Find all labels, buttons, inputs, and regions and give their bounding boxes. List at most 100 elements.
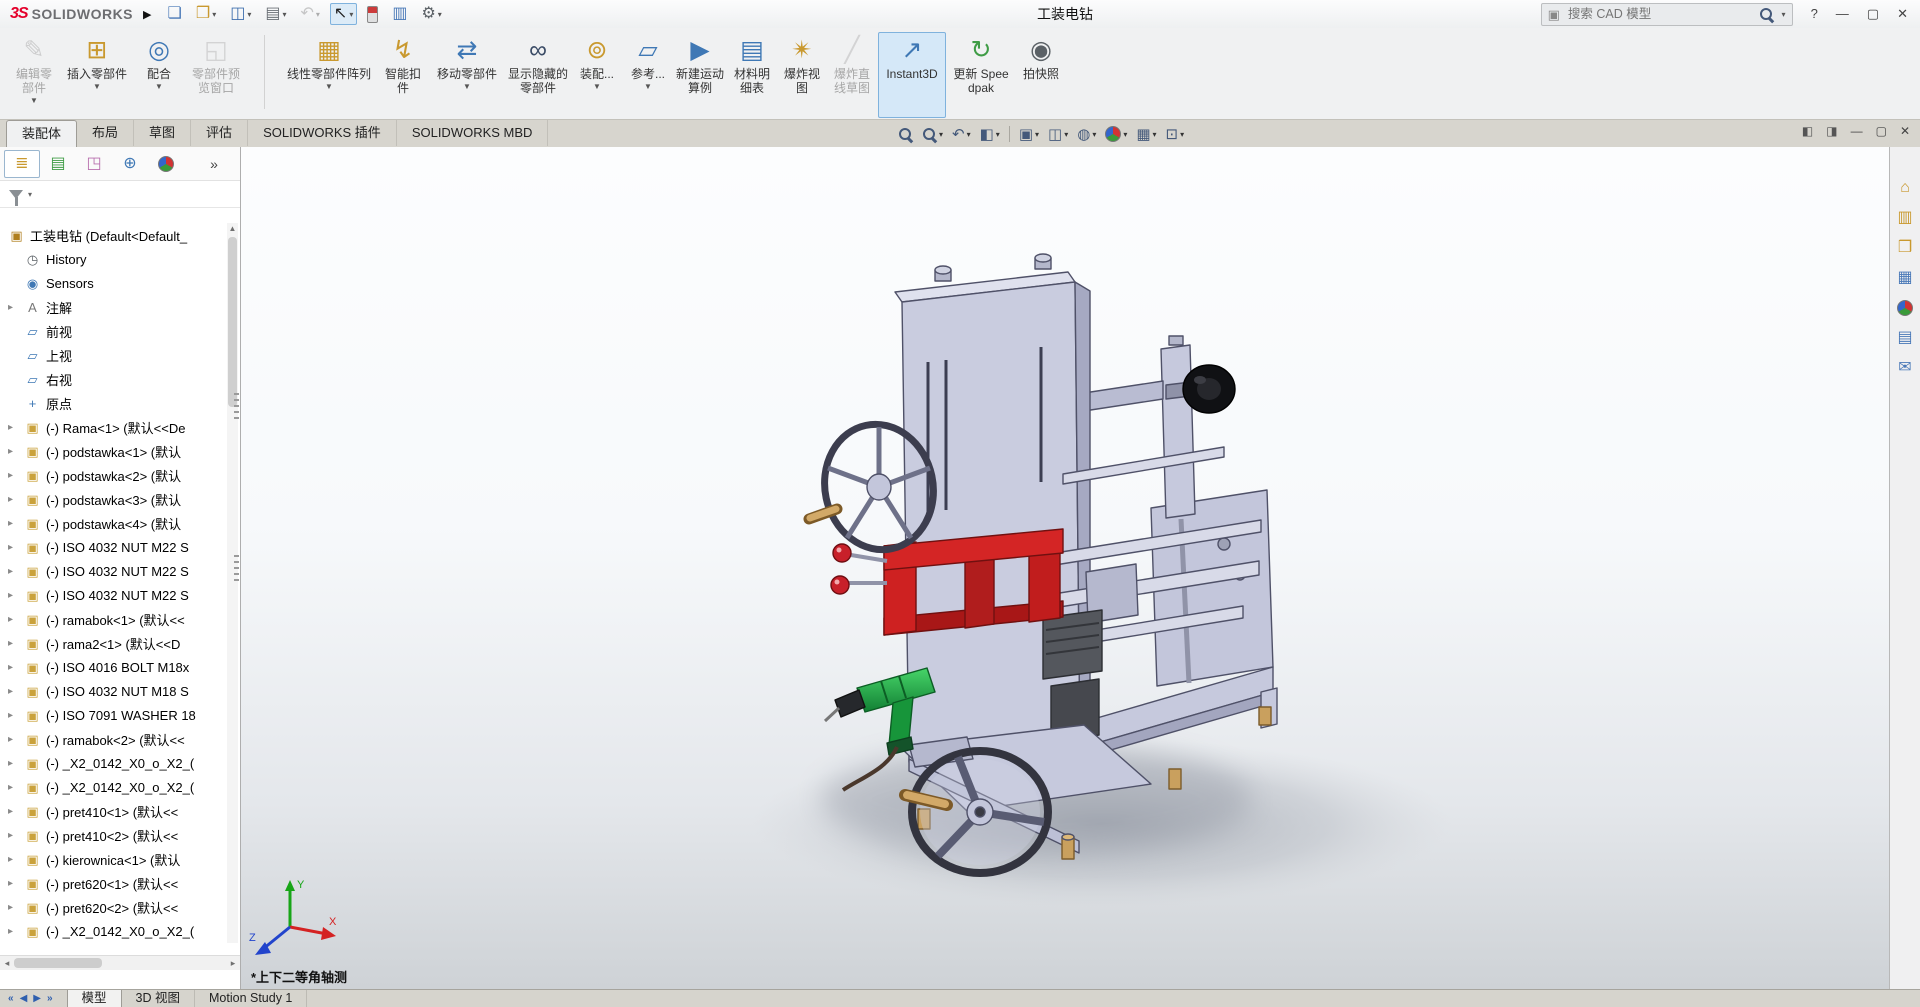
assembly-features-button[interactable]: ⊚装配...▼	[572, 32, 622, 118]
new-motion-study-button[interactable]: ▶新建运动算例	[674, 32, 726, 118]
tree-item[interactable]: ▸▣(-) Rama<1> (默认<<De	[0, 415, 226, 439]
tree-item[interactable]: ▸▣(-) podstawka<4> (默认	[0, 511, 226, 535]
rebuild-button[interactable]	[363, 3, 382, 26]
displaymanager-tab[interactable]	[148, 150, 184, 178]
graphics-viewport[interactable]: Y X Z *上下二等角轴测	[241, 147, 1889, 989]
tree-item[interactable]: +原点	[0, 391, 226, 415]
component-preview-button[interactable]: ◱零部件预览窗口	[185, 32, 247, 118]
tree-item[interactable]: ◉Sensors	[0, 271, 226, 295]
expand-arrow-icon[interactable]: ▸	[8, 878, 24, 889]
expand-arrow-icon[interactable]: ▸	[8, 854, 24, 865]
minimize-button[interactable]: —	[1832, 6, 1853, 22]
expand-arrow-icon[interactable]: ▸	[8, 830, 24, 841]
expand-arrow-icon[interactable]: ▸	[8, 614, 24, 625]
update-speedpak-button[interactable]: ↻更新 Speedpak	[948, 32, 1014, 118]
expand-arrow-icon[interactable]: ▸	[8, 494, 24, 505]
tab-solidworks-addins[interactable]: SOLIDWORKS 插件	[248, 120, 397, 146]
tree-item[interactable]: ▸▣(-) podstawka<3> (默认	[0, 487, 226, 511]
tree-item[interactable]: ▸▣(-) podstawka<1> (默认	[0, 439, 226, 463]
expand-arrow-icon[interactable]: ▸	[8, 542, 24, 553]
tree-item[interactable]: ▸▣(-) ramabok<2> (默认<<	[0, 727, 226, 751]
tree-item[interactable]: ▸▣(-) _X2_0142_X0_o_X2_(	[0, 775, 226, 799]
expand-arrow-icon[interactable]: ▸	[8, 566, 24, 577]
doc-minimize-button[interactable]: —	[1851, 123, 1863, 138]
expand-arrow-icon[interactable]: ▸	[8, 758, 24, 769]
expand-arrow-icon[interactable]: ▸	[8, 446, 24, 457]
expand-arrow-icon[interactable]: ▸	[8, 734, 24, 745]
tree-item[interactable]: ▸▣(-) ISO 4032 NUT M22 S	[0, 559, 226, 583]
reference-geometry-button[interactable]: ▱参考...▼	[624, 32, 672, 118]
scroll-right-icon[interactable]: ▸	[226, 958, 240, 969]
scroll-thumb[interactable]	[14, 958, 102, 968]
bill-of-materials-button[interactable]: ▤材料明细表	[728, 32, 776, 118]
design-library-tab[interactable]: ▥	[1890, 203, 1920, 233]
maximize-button[interactable]: ▢	[1863, 6, 1883, 22]
expand-arrow-icon[interactable]: ▸	[8, 590, 24, 601]
tree-item[interactable]: ▸▣(-) ISO 7091 WASHER 18	[0, 703, 226, 727]
tree-root[interactable]: ▣工装电钻 (Default<Default_	[0, 223, 226, 247]
filter-funnel-icon[interactable]	[9, 190, 23, 199]
zoom-fit-button[interactable]	[898, 127, 913, 142]
file-properties-button[interactable]: ▥	[388, 3, 411, 25]
search-input[interactable]	[1566, 6, 1753, 22]
tree-item[interactable]: ▸▣(-) ISO 4032 NUT M22 S	[0, 583, 226, 607]
save-button[interactable]: ◫▾	[226, 3, 255, 25]
expand-arrow-icon[interactable]: ▸	[8, 782, 24, 793]
dimxpertmanager-tab[interactable]: ⊕	[112, 150, 148, 178]
tree-item[interactable]: ▸▣(-) pret410<1> (默认<<	[0, 799, 226, 823]
tree-item[interactable]: ◷History	[0, 247, 226, 271]
close-button[interactable]: ✕	[1893, 6, 1912, 22]
move-component-button[interactable]: ⇄移动零部件▼	[430, 32, 504, 118]
configurationmanager-tab[interactable]: ◳	[76, 150, 112, 178]
forum-tab[interactable]: ✉	[1890, 353, 1920, 383]
expand-arrow-icon[interactable]: ▸	[8, 662, 24, 673]
doc-close-button[interactable]: ✕	[1900, 123, 1910, 138]
tree-item[interactable]: ▸▣(-) rama2<1> (默认<<D	[0, 631, 226, 655]
expand-arrow-icon[interactable]: ▸	[8, 638, 24, 649]
file-explorer-tab[interactable]: ❒	[1890, 233, 1920, 263]
search-magnifier-icon[interactable]	[1759, 7, 1774, 22]
hide-show-items-button[interactable]: ◍▾	[1077, 127, 1096, 142]
insert-components-button[interactable]: ⊞插入零部件▼	[61, 32, 133, 118]
tree-item[interactable]: ▸▣(-) ISO 4016 BOLT M18x	[0, 655, 226, 679]
tab-layout[interactable]: 布局	[77, 120, 134, 146]
select-button[interactable]: ↖▾	[330, 3, 357, 25]
exploded-view-button[interactable]: ✴爆炸视图	[778, 32, 826, 118]
print-button[interactable]: ▤▾	[261, 3, 290, 25]
appearances-tab[interactable]	[1890, 293, 1920, 323]
view-palette-tab[interactable]: ▦	[1890, 263, 1920, 293]
tab-3d-views[interactable]: 3D 视图	[122, 990, 195, 1007]
tree-item[interactable]: ▸▣(-) ramabok<1> (默认<<	[0, 607, 226, 631]
tree-filter-row[interactable]: ▾	[0, 181, 240, 208]
tab-evaluate[interactable]: 评估	[191, 120, 248, 146]
expand-arrow-icon[interactable]: ▸	[8, 470, 24, 481]
tab-assembly[interactable]: 装配体	[6, 120, 77, 147]
doc-pane-split-right-button[interactable]: ◨	[1826, 123, 1837, 138]
expand-arrow-icon[interactable]: ▸	[8, 926, 24, 937]
scroll-thumb[interactable]	[228, 237, 237, 407]
search-box[interactable]: ▣ ▾	[1541, 3, 1793, 26]
filter-caret-icon[interactable]: ▾	[28, 190, 32, 199]
tree-vertical-scrollbar[interactable]: ▲	[227, 223, 238, 943]
expand-arrow-icon[interactable]: ▸	[8, 518, 24, 529]
tree-item[interactable]: ▸▣(-) _X2_0142_X0_o_X2_(	[0, 751, 226, 775]
custom-properties-tab[interactable]: ▤	[1890, 323, 1920, 353]
tree-item[interactable]: ▸▣(-) podstawka<2> (默认	[0, 463, 226, 487]
zoom-area-button[interactable]: ▾	[922, 127, 943, 142]
model-3d-view[interactable]	[241, 147, 1889, 989]
tree-item[interactable]: ▱右视	[0, 367, 226, 391]
home-tab[interactable]: ⌂	[1890, 173, 1920, 203]
search-caret-icon[interactable]: ▾	[1782, 10, 1786, 19]
expand-panel-tab[interactable]: »	[196, 150, 232, 178]
view-settings-button[interactable]: ⊡▾	[1166, 127, 1185, 142]
smart-fasteners-button[interactable]: ↯智能扣件	[378, 32, 428, 118]
tree-item[interactable]: ▸▣(-) kierownica<1> (默认	[0, 847, 226, 871]
tree-item[interactable]: ▸▣(-) pret410<2> (默认<<	[0, 823, 226, 847]
step-forward-button[interactable]: ▶	[33, 994, 41, 1004]
tab-sketch[interactable]: 草图	[134, 120, 191, 146]
tab-motion-study[interactable]: Motion Study 1	[195, 990, 307, 1007]
step-back-button[interactable]: ◀	[20, 994, 28, 1004]
mate-button[interactable]: ◎配合▼	[135, 32, 183, 118]
edit-component-button[interactable]: ✎编辑零部件▼	[9, 32, 59, 118]
tree-item[interactable]: ▸▣(-) pret620<2> (默认<<	[0, 895, 226, 919]
